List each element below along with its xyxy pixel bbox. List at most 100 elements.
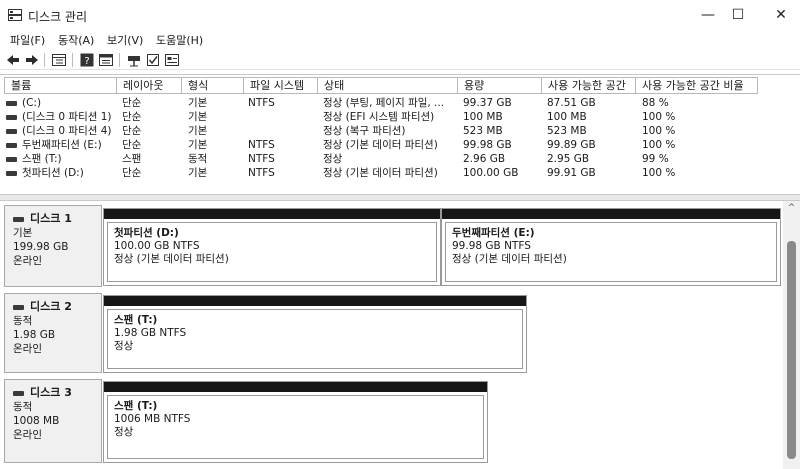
volume-layout: 단순 (122, 125, 142, 137)
volume-type: 기본 (188, 167, 208, 179)
volume-name: (디스크 0 파티션 1) (22, 111, 112, 123)
partition-block[interactable]: 첫파티션 (D:) 100.00 GB NTFS 정상 (기본 데이터 파티션) (103, 208, 441, 286)
partition-header-bar (104, 209, 440, 219)
volume-type: 동적 (188, 153, 208, 165)
volume-free-percent: 100 % (642, 111, 676, 123)
volume-capacity: 523 MB (463, 125, 503, 137)
volume-fs: NTFS (248, 167, 275, 179)
disk-graph-view: 디스크 1 기본 199.98 GB 온라인 첫파티션 (D:) 100.00 … (0, 201, 783, 469)
volume-icon (6, 129, 17, 134)
volume-type: 기본 (188, 125, 208, 137)
disk-icon (13, 216, 24, 222)
disk-state: 온라인 (13, 343, 42, 355)
check-icon[interactable] (145, 52, 161, 68)
volume-status: 정상 (323, 153, 343, 165)
partition-block[interactable]: 두번째파티션 (E:) 99.98 GB NTFS 정상 (기본 데이터 파티션… (441, 208, 781, 286)
col-header-volume[interactable]: 볼륨 (4, 77, 117, 94)
menu-action[interactable]: 동작(A) (58, 32, 94, 48)
col-header-layout[interactable]: 레이아웃 (117, 77, 182, 94)
volume-icon (6, 115, 17, 120)
partition-name: 스팬 (T:) (114, 314, 158, 326)
partition-status: 정상 (114, 426, 134, 438)
properties-icon[interactable] (98, 52, 114, 68)
volume-name: 첫파티션 (D:) (22, 167, 84, 179)
disk-icon (13, 304, 24, 310)
col-header-type[interactable]: 형식 (182, 77, 244, 94)
help-icon[interactable]: ? (79, 52, 95, 68)
partition-block[interactable]: 스팬 (T:) 1006 MB NTFS 정상 (103, 381, 488, 463)
partition-status: 정상 (기본 데이터 파티션) (452, 253, 567, 265)
close-button[interactable]: ✕ (762, 0, 800, 30)
settings-icon[interactable] (164, 52, 180, 68)
col-header-status[interactable]: 상태 (318, 77, 458, 94)
volume-free: 99.91 GB (547, 167, 596, 179)
disk-state: 온라인 (13, 429, 42, 441)
col-header-free-space[interactable]: 사용 가능한 공간 (542, 77, 636, 94)
disk-state: 온라인 (13, 255, 42, 267)
back-arrow-icon[interactable] (5, 52, 21, 68)
volume-status: 정상 (부팅, 페이지 파일, ... (323, 97, 445, 109)
volume-status: 정상 (복구 파티션) (323, 125, 406, 137)
partition-block[interactable]: 스팬 (T:) 1.98 GB NTFS 정상 (103, 295, 527, 373)
table-row[interactable]: 두번째파티션 (E:) 단순 기본 NTFS 정상 (기본 데이터 파티션) 9… (0, 138, 800, 152)
partition-header-bar (442, 209, 780, 219)
table-row[interactable]: (C:) 단순 기본 NTFS 정상 (부팅, 페이지 파일, ... 99.3… (0, 96, 800, 110)
volume-layout: 스팬 (122, 153, 142, 165)
disk-name: 디스크 1 (30, 212, 72, 225)
volume-status: 정상 (EFI 시스템 파티션) (323, 111, 435, 123)
table-row[interactable]: (디스크 0 파티션 4) 단순 기본 정상 (복구 파티션) 523 MB 5… (0, 124, 800, 138)
partition-status: 정상 (114, 340, 134, 352)
table-row[interactable]: 스팬 (T:) 스팬 동적 NTFS 정상 2.96 GB 2.95 GB 99… (0, 152, 800, 166)
volume-free: 99.89 GB (547, 139, 596, 151)
volume-free-percent: 88 % (642, 97, 669, 109)
disk-icon (13, 390, 24, 396)
volume-name: 스팬 (T:) (22, 153, 62, 165)
disk-kind: 동적 (13, 401, 33, 413)
toolbar-separator (119, 53, 120, 67)
volume-icon (6, 171, 17, 176)
volume-type: 기본 (188, 111, 208, 123)
volume-layout: 단순 (122, 167, 142, 179)
maximize-button[interactable]: ☐ (719, 0, 757, 30)
forward-arrow-icon[interactable] (24, 52, 40, 68)
disk-3-partitions: 스팬 (T:) 1006 MB NTFS 정상 (103, 381, 488, 463)
disk-1-label[interactable]: 디스크 1 기본 199.98 GB 온라인 (4, 205, 102, 287)
scrollbar-thumb[interactable] (787, 241, 796, 459)
volume-fs: NTFS (248, 97, 275, 109)
disk-kind: 동적 (13, 315, 33, 327)
connect-icon[interactable] (126, 52, 142, 68)
volume-name: 두번째파티션 (E:) (22, 139, 102, 151)
disk-list-icon[interactable] (51, 52, 67, 68)
pane-splitter[interactable] (0, 194, 800, 201)
table-row[interactable]: (디스크 0 파티션 1) 단순 기본 정상 (EFI 시스템 파티션) 100… (0, 110, 800, 124)
menu-help[interactable]: 도움말(H) (156, 32, 203, 48)
col-header-capacity[interactable]: 용량 (458, 77, 542, 94)
partition-header-bar (104, 382, 487, 392)
col-header-free-percent[interactable]: 사용 가능한 공간 비율 (636, 77, 758, 94)
volume-layout: 단순 (122, 111, 142, 123)
volume-capacity: 2.96 GB (463, 153, 506, 165)
toolbar: ? (0, 50, 800, 70)
menu-file[interactable]: 파일(F) (10, 32, 45, 48)
disk-1-partitions: 첫파티션 (D:) 100.00 GB NTFS 정상 (기본 데이터 파티션)… (103, 208, 781, 286)
volume-free-percent: 99 % (642, 153, 669, 165)
svg-text:?: ? (84, 56, 89, 67)
partition-name: 스팬 (T:) (114, 400, 158, 412)
volume-name: (C:) (22, 97, 42, 109)
scroll-up-button[interactable]: ^ (783, 201, 800, 215)
partition-header-bar (104, 296, 526, 306)
vertical-scrollbar[interactable]: ^ (783, 201, 800, 469)
menu-view[interactable]: 보기(V) (107, 32, 143, 48)
volume-free: 100 MB (547, 111, 587, 123)
table-row[interactable]: 첫파티션 (D:) 단순 기본 NTFS 정상 (기본 데이터 파티션) 100… (0, 166, 800, 180)
volume-capacity: 99.37 GB (463, 97, 512, 109)
volume-status: 정상 (기본 데이터 파티션) (323, 167, 438, 179)
disk-2-label[interactable]: 디스크 2 동적 1.98 GB 온라인 (4, 293, 102, 373)
col-header-filesystem[interactable]: 파일 시스템 (244, 77, 318, 94)
partition-name: 두번째파티션 (E:) (452, 227, 535, 239)
partition-size: 99.98 GB NTFS (452, 240, 531, 252)
volume-type: 기본 (188, 97, 208, 109)
disk-name: 디스크 3 (30, 386, 72, 399)
disk-3-label[interactable]: 디스크 3 동적 1008 MB 온라인 (4, 379, 102, 463)
volume-icon (6, 157, 17, 162)
